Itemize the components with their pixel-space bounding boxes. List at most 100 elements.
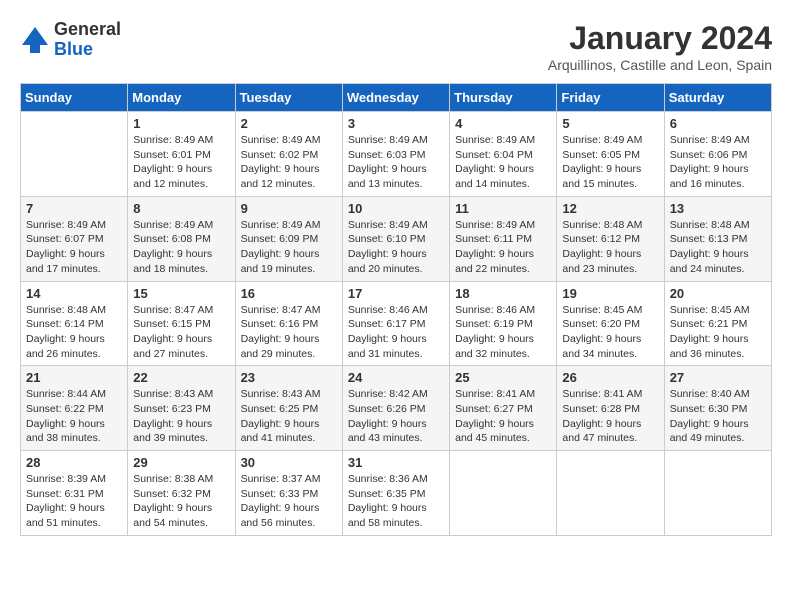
day-info: Sunrise: 8:38 AM Sunset: 6:32 PM Dayligh… xyxy=(133,472,229,531)
calendar-week-row: 21 Sunrise: 8:44 AM Sunset: 6:22 PM Dayli… xyxy=(21,366,772,451)
day-number: 2 xyxy=(241,116,337,131)
calendar-cell: 19 Sunrise: 8:45 AM Sunset: 6:20 PM Dayli… xyxy=(557,281,664,366)
day-number: 9 xyxy=(241,201,337,216)
calendar-cell: 31 Sunrise: 8:36 AM Sunset: 6:35 PM Dayli… xyxy=(342,451,449,536)
calendar-cell: 30 Sunrise: 8:37 AM Sunset: 6:33 PM Dayli… xyxy=(235,451,342,536)
day-number: 21 xyxy=(26,370,122,385)
calendar-cell: 20 Sunrise: 8:45 AM Sunset: 6:21 PM Dayli… xyxy=(664,281,771,366)
day-info: Sunrise: 8:49 AM Sunset: 6:04 PM Dayligh… xyxy=(455,133,551,192)
calendar-cell: 10Sunrise: 8:49 AM Sunset: 6:10 PM Dayli… xyxy=(342,196,449,281)
day-info: Sunrise: 8:48 AM Sunset: 6:14 PM Dayligh… xyxy=(26,303,122,362)
day-number: 22 xyxy=(133,370,229,385)
calendar-week-row: 14 Sunrise: 8:48 AM Sunset: 6:14 PM Dayli… xyxy=(21,281,772,366)
day-number: 5 xyxy=(562,116,658,131)
day-info: Sunrise: 8:43 AM Sunset: 6:25 PM Dayligh… xyxy=(241,387,337,446)
day-info: Sunrise: 8:46 AM Sunset: 6:19 PM Dayligh… xyxy=(455,303,551,362)
weekday-header: Monday xyxy=(128,84,235,112)
calendar-cell xyxy=(450,451,557,536)
calendar-cell xyxy=(557,451,664,536)
calendar-cell xyxy=(664,451,771,536)
day-info: Sunrise: 8:37 AM Sunset: 6:33 PM Dayligh… xyxy=(241,472,337,531)
title-area: January 2024 Arquillinos, Castille and L… xyxy=(548,20,772,73)
weekday-header: Friday xyxy=(557,84,664,112)
day-number: 19 xyxy=(562,286,658,301)
logo-text: General Blue xyxy=(54,20,121,60)
calendar-cell: 4Sunrise: 8:49 AM Sunset: 6:04 PM Daylig… xyxy=(450,112,557,197)
day-info: Sunrise: 8:36 AM Sunset: 6:35 PM Dayligh… xyxy=(348,472,444,531)
calendar-cell: 1Sunrise: 8:49 AM Sunset: 6:01 PM Daylig… xyxy=(128,112,235,197)
day-number: 10 xyxy=(348,201,444,216)
calendar-cell: 15 Sunrise: 8:47 AM Sunset: 6:15 PM Dayli… xyxy=(128,281,235,366)
day-number: 1 xyxy=(133,116,229,131)
day-number: 20 xyxy=(670,286,766,301)
day-info: Sunrise: 8:49 AM Sunset: 6:06 PM Dayligh… xyxy=(670,133,766,192)
header: General Blue January 2024 Arquillinos, C… xyxy=(20,20,772,73)
day-info: Sunrise: 8:47 AM Sunset: 6:15 PM Dayligh… xyxy=(133,303,229,362)
day-number: 31 xyxy=(348,455,444,470)
day-info: Sunrise: 8:41 AM Sunset: 6:28 PM Dayligh… xyxy=(562,387,658,446)
calendar-cell: 11 Sunrise: 8:49 AM Sunset: 6:11 PM Dayli… xyxy=(450,196,557,281)
logo: General Blue xyxy=(20,20,121,60)
calendar-week-row: 28Sunrise: 8:39 AM Sunset: 6:31 PM Dayli… xyxy=(21,451,772,536)
day-info: Sunrise: 8:49 AM Sunset: 6:07 PM Dayligh… xyxy=(26,218,122,277)
day-info: Sunrise: 8:49 AM Sunset: 6:09 PM Dayligh… xyxy=(241,218,337,277)
calendar-cell: 29 Sunrise: 8:38 AM Sunset: 6:32 PM Dayli… xyxy=(128,451,235,536)
weekday-header: Tuesday xyxy=(235,84,342,112)
calendar-cell: 14 Sunrise: 8:48 AM Sunset: 6:14 PM Dayli… xyxy=(21,281,128,366)
day-number: 8 xyxy=(133,201,229,216)
calendar-week-row: 7 Sunrise: 8:49 AM Sunset: 6:07 PM Daylig… xyxy=(21,196,772,281)
calendar-cell: 9 Sunrise: 8:49 AM Sunset: 6:09 PM Daylig… xyxy=(235,196,342,281)
calendar-cell: 22 Sunrise: 8:43 AM Sunset: 6:23 PM Dayli… xyxy=(128,366,235,451)
day-info: Sunrise: 8:41 AM Sunset: 6:27 PM Dayligh… xyxy=(455,387,551,446)
day-number: 23 xyxy=(241,370,337,385)
day-info: Sunrise: 8:42 AM Sunset: 6:26 PM Dayligh… xyxy=(348,387,444,446)
day-info: Sunrise: 8:46 AM Sunset: 6:17 PM Dayligh… xyxy=(348,303,444,362)
calendar-cell: 18 Sunrise: 8:46 AM Sunset: 6:19 PM Dayli… xyxy=(450,281,557,366)
location-subtitle: Arquillinos, Castille and Leon, Spain xyxy=(548,57,772,73)
day-info: Sunrise: 8:48 AM Sunset: 6:13 PM Dayligh… xyxy=(670,218,766,277)
day-number: 15 xyxy=(133,286,229,301)
day-number: 7 xyxy=(26,201,122,216)
calendar-cell: 13 Sunrise: 8:48 AM Sunset: 6:13 PM Dayli… xyxy=(664,196,771,281)
day-info: Sunrise: 8:49 AM Sunset: 6:05 PM Dayligh… xyxy=(562,133,658,192)
calendar-cell: 7 Sunrise: 8:49 AM Sunset: 6:07 PM Daylig… xyxy=(21,196,128,281)
calendar-cell: 5 Sunrise: 8:49 AM Sunset: 6:05 PM Daylig… xyxy=(557,112,664,197)
day-info: Sunrise: 8:49 AM Sunset: 6:11 PM Dayligh… xyxy=(455,218,551,277)
day-number: 6 xyxy=(670,116,766,131)
day-number: 13 xyxy=(670,201,766,216)
day-info: Sunrise: 8:49 AM Sunset: 6:08 PM Dayligh… xyxy=(133,218,229,277)
day-info: Sunrise: 8:48 AM Sunset: 6:12 PM Dayligh… xyxy=(562,218,658,277)
day-info: Sunrise: 8:49 AM Sunset: 6:03 PM Dayligh… xyxy=(348,133,444,192)
day-number: 17 xyxy=(348,286,444,301)
weekday-header: Sunday xyxy=(21,84,128,112)
day-info: Sunrise: 8:45 AM Sunset: 6:21 PM Dayligh… xyxy=(670,303,766,362)
weekday-header: Wednesday xyxy=(342,84,449,112)
calendar-cell: 26Sunrise: 8:41 AM Sunset: 6:28 PM Dayli… xyxy=(557,366,664,451)
calendar-week-row: 1Sunrise: 8:49 AM Sunset: 6:01 PM Daylig… xyxy=(21,112,772,197)
calendar-cell: 25Sunrise: 8:41 AM Sunset: 6:27 PM Dayli… xyxy=(450,366,557,451)
day-number: 16 xyxy=(241,286,337,301)
day-number: 29 xyxy=(133,455,229,470)
day-number: 30 xyxy=(241,455,337,470)
logo-blue: Blue xyxy=(54,39,93,59)
day-number: 18 xyxy=(455,286,551,301)
calendar-cell: 21 Sunrise: 8:44 AM Sunset: 6:22 PM Dayli… xyxy=(21,366,128,451)
day-number: 12 xyxy=(562,201,658,216)
month-title: January 2024 xyxy=(548,20,772,57)
calendar-cell: 23 Sunrise: 8:43 AM Sunset: 6:25 PM Dayli… xyxy=(235,366,342,451)
day-number: 14 xyxy=(26,286,122,301)
calendar-cell: 27Sunrise: 8:40 AM Sunset: 6:30 PM Dayli… xyxy=(664,366,771,451)
day-info: Sunrise: 8:45 AM Sunset: 6:20 PM Dayligh… xyxy=(562,303,658,362)
calendar-cell: 8 Sunrise: 8:49 AM Sunset: 6:08 PM Daylig… xyxy=(128,196,235,281)
weekday-header-row: SundayMondayTuesdayWednesdayThursdayFrid… xyxy=(21,84,772,112)
day-info: Sunrise: 8:47 AM Sunset: 6:16 PM Dayligh… xyxy=(241,303,337,362)
day-number: 3 xyxy=(348,116,444,131)
day-number: 24 xyxy=(348,370,444,385)
calendar-table: SundayMondayTuesdayWednesdayThursdayFrid… xyxy=(20,83,772,536)
calendar-cell: 3 Sunrise: 8:49 AM Sunset: 6:03 PM Daylig… xyxy=(342,112,449,197)
day-number: 11 xyxy=(455,201,551,216)
day-info: Sunrise: 8:40 AM Sunset: 6:30 PM Dayligh… xyxy=(670,387,766,446)
day-info: Sunrise: 8:44 AM Sunset: 6:22 PM Dayligh… xyxy=(26,387,122,446)
calendar-cell: 17 Sunrise: 8:46 AM Sunset: 6:17 PM Dayli… xyxy=(342,281,449,366)
day-info: Sunrise: 8:43 AM Sunset: 6:23 PM Dayligh… xyxy=(133,387,229,446)
